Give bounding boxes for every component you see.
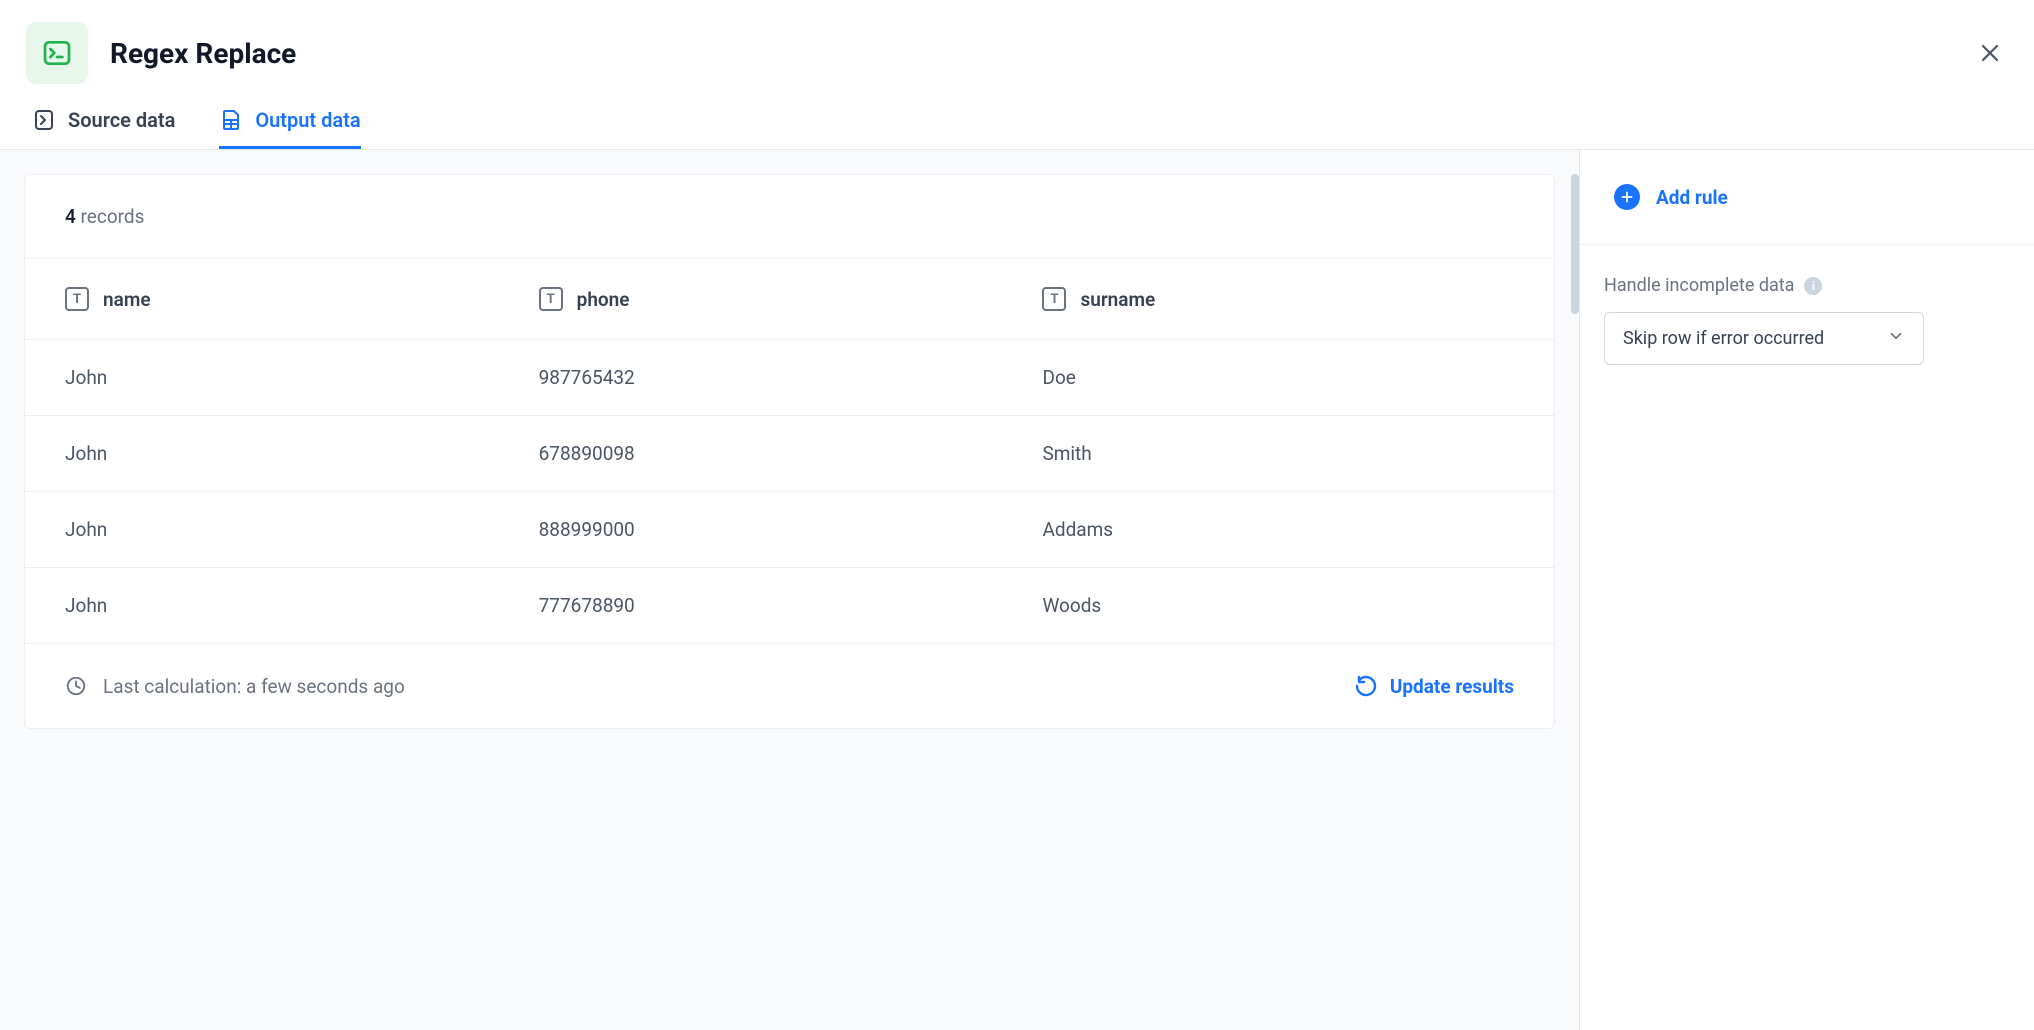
col-label: name [103, 288, 151, 311]
handle-incomplete-select[interactable]: Skip row if error occurred [1604, 312, 1924, 365]
table-file-icon [219, 108, 243, 132]
add-rule-button[interactable]: Add rule [1580, 150, 2034, 245]
update-results-label: Update results [1390, 675, 1514, 698]
section-label-text: Handle incomplete data [1604, 275, 1794, 296]
cell-phone: 888999000 [499, 492, 1003, 568]
tab-source-data[interactable]: Source data [32, 108, 175, 149]
handle-incomplete-label: Handle incomplete data i [1580, 245, 2034, 312]
refresh-icon [1354, 674, 1378, 698]
tab-output-data[interactable]: Output data [219, 108, 360, 149]
tab-label: Source data [68, 108, 175, 132]
results-table: T name T phone [25, 259, 1554, 644]
records-count: 4 records [25, 175, 1554, 259]
scrollbar-thumb[interactable] [1571, 174, 1579, 314]
col-label: surname [1080, 288, 1155, 311]
results-card: 4 records T name [24, 174, 1555, 729]
table-row: John 987765432 Doe [25, 340, 1554, 416]
right-pane: Add rule Handle incomplete data i Skip r… [1579, 150, 2034, 1030]
clock-icon [65, 675, 87, 697]
page-title: Regex Replace [110, 37, 1950, 70]
import-icon [32, 108, 56, 132]
col-header-surname[interactable]: T surname [1002, 259, 1554, 340]
cell-phone: 777678890 [499, 568, 1003, 644]
add-rule-label: Add rule [1656, 186, 1728, 209]
col-header-phone[interactable]: T phone [499, 259, 1003, 340]
cell-surname: Doe [1002, 340, 1554, 416]
cell-surname: Addams [1002, 492, 1554, 568]
left-pane: 4 records T name [0, 150, 1579, 1030]
cell-name: John [25, 416, 499, 492]
cell-phone: 678890098 [499, 416, 1003, 492]
col-label: phone [577, 288, 630, 311]
table-row: John 888999000 Addams [25, 492, 1554, 568]
header: Regex Replace [0, 0, 2034, 94]
text-type-icon: T [1042, 287, 1066, 311]
records-count-number: 4 [65, 205, 76, 228]
text-type-icon: T [65, 287, 89, 311]
last-calculation-label: Last calculation: a few seconds ago [103, 675, 405, 698]
table-row: John 678890098 Smith [25, 416, 1554, 492]
cell-surname: Smith [1002, 416, 1554, 492]
chevron-down-icon [1887, 327, 1905, 350]
records-count-label: records [81, 205, 145, 228]
col-header-name[interactable]: T name [25, 259, 499, 340]
text-type-icon: T [539, 287, 563, 311]
tab-label: Output data [255, 108, 360, 132]
cell-name: John [25, 492, 499, 568]
plus-circle-icon [1614, 184, 1640, 210]
select-value: Skip row if error occurred [1623, 328, 1824, 349]
cell-name: John [25, 568, 499, 644]
info-icon[interactable]: i [1804, 277, 1822, 295]
update-results-button[interactable]: Update results [1354, 674, 1514, 698]
cell-surname: Woods [1002, 568, 1554, 644]
close-button[interactable] [1972, 35, 2008, 71]
tabs: Source data Output data [0, 94, 2034, 150]
card-footer: Last calculation: a few seconds ago Upda… [25, 644, 1554, 728]
cell-phone: 987765432 [499, 340, 1003, 416]
table-row: John 777678890 Woods [25, 568, 1554, 644]
body: 4 records T name [0, 150, 2034, 1030]
cell-name: John [25, 340, 499, 416]
step-icon [26, 22, 88, 84]
